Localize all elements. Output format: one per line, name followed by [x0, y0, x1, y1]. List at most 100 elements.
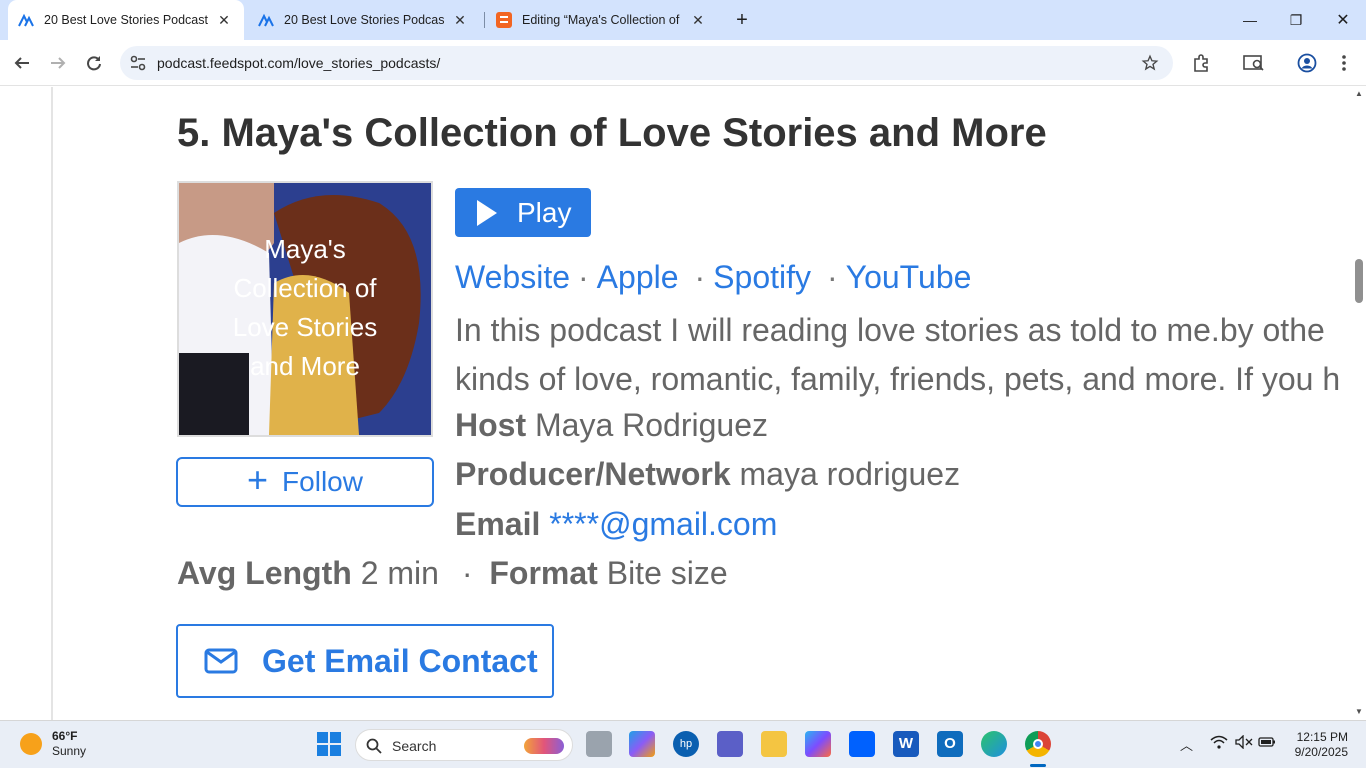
- back-icon[interactable]: [8, 49, 36, 77]
- close-tab-icon[interactable]: ✕: [214, 12, 234, 29]
- extensions-icon[interactable]: [1187, 49, 1215, 77]
- play-button[interactable]: Play: [455, 188, 591, 237]
- play-icon: [477, 199, 497, 226]
- get-email-contact-button[interactable]: Get Email Contact: [176, 624, 554, 698]
- chrome-icon[interactable]: [1025, 731, 1051, 757]
- weather-temp: 66°F: [52, 729, 78, 743]
- page-scrollbar[interactable]: ▲ ▼: [1352, 87, 1366, 720]
- cover-title-line: Collection of: [233, 273, 377, 303]
- email-contact-label: Get Email Contact: [262, 642, 538, 679]
- clock-date: 9/20/2025: [1294, 745, 1348, 759]
- url-text[interactable]: podcast.feedspot.com/love_stories_podcas…: [157, 55, 440, 71]
- word-icon[interactable]: W: [893, 731, 919, 757]
- wifi-icon[interactable]: [1210, 735, 1228, 752]
- dropbox-icon[interactable]: [849, 731, 875, 757]
- volume-muted-icon[interactable]: [1235, 734, 1253, 752]
- close-tab-icon[interactable]: ✕: [688, 12, 708, 29]
- system-clock[interactable]: 12:15 PM 9/20/2025: [1280, 730, 1348, 760]
- tab-separator: [484, 12, 485, 28]
- menu-icon[interactable]: [1330, 49, 1358, 77]
- search-highlight-icon: [524, 738, 564, 754]
- active-app-indicator: [1030, 764, 1046, 767]
- producer-row: Producer/Network maya rodriguez: [455, 456, 960, 493]
- restore-icon[interactable]: ❐: [1273, 0, 1319, 40]
- cover-title-line: Love Stories: [233, 312, 378, 342]
- description-line: kinds of love, romantic, family, friends…: [455, 361, 1341, 397]
- edge-icon[interactable]: [981, 731, 1007, 757]
- bookmark-star-icon[interactable]: [1141, 54, 1159, 77]
- forward-icon[interactable]: [44, 49, 72, 77]
- battery-icon[interactable]: [1258, 735, 1276, 752]
- copilot-icon[interactable]: [629, 731, 655, 757]
- site-settings-icon[interactable]: [129, 54, 147, 77]
- podcast-description: In this podcast I will reading love stor…: [455, 306, 1352, 404]
- email-label: Email: [455, 506, 541, 542]
- podcast-heading[interactable]: 5. Maya's Collection of Love Stories and…: [177, 111, 1047, 156]
- m365-icon[interactable]: [805, 731, 831, 757]
- scrollbar-thumb[interactable]: [1355, 259, 1363, 303]
- minimize-icon[interactable]: —: [1227, 0, 1273, 40]
- tab-strip: 20 Best Love Stories Podcasts Y ✕ 20 Bes…: [0, 0, 1366, 40]
- blogger-icon: [496, 12, 512, 28]
- page-content: 5. Maya's Collection of Love Stories and…: [0, 87, 1352, 720]
- start-icon[interactable]: [316, 731, 342, 757]
- tab-title: Editing “Maya's Collection of lo: [522, 13, 682, 27]
- cover-title-line: and More: [250, 351, 360, 381]
- host-row: Host Maya Rodriguez: [455, 407, 768, 444]
- description-line: In this podcast I will reading love stor…: [455, 312, 1325, 348]
- separator-dot: ·: [694, 259, 706, 295]
- avg-length-label: Avg Length: [177, 555, 352, 591]
- host-label: Host: [455, 407, 527, 443]
- follow-button[interactable]: + Follow: [176, 457, 434, 507]
- close-tab-icon[interactable]: ✕: [450, 12, 470, 29]
- teams-icon[interactable]: [717, 731, 743, 757]
- outlook-icon[interactable]: O: [937, 731, 963, 757]
- tab-3[interactable]: Editing “Maya's Collection of lo ✕: [486, 0, 718, 40]
- browser-toolbar: podcast.feedspot.com/love_stories_podcas…: [0, 40, 1366, 86]
- envelope-icon: [204, 648, 238, 674]
- weather-widget[interactable]: 66°F Sunny: [20, 729, 86, 759]
- spotify-link[interactable]: Spotify: [713, 259, 811, 295]
- host-value: Maya Rodriguez: [535, 407, 768, 443]
- task-view-icon[interactable]: [586, 731, 612, 757]
- close-window-icon[interactable]: ✕: [1320, 0, 1366, 40]
- podcast-links: Website · Apple · Spotify · YouTube: [455, 259, 971, 296]
- tab-1[interactable]: 20 Best Love Stories Podcasts Y ✕: [8, 0, 244, 40]
- tab-2[interactable]: 20 Best Love Stories Podcasts Y ✕: [248, 0, 480, 40]
- producer-label: Producer/Network: [455, 456, 731, 492]
- search-label: Search: [392, 738, 437, 754]
- length-format-row: Avg Length 2 min · Format Bite size: [177, 555, 728, 592]
- tab-title: 20 Best Love Stories Podcasts Y: [44, 13, 208, 27]
- apple-link[interactable]: Apple: [597, 259, 679, 295]
- play-label: Play: [517, 196, 572, 228]
- feedspot-icon: [258, 12, 274, 28]
- new-tab-icon[interactable]: +: [730, 8, 754, 32]
- format-value: Bite size: [606, 555, 728, 591]
- scroll-up-icon[interactable]: ▲: [1355, 89, 1363, 98]
- weather-condition: Sunny: [52, 744, 87, 758]
- search-icon: [366, 738, 382, 754]
- website-link[interactable]: Website: [455, 259, 570, 295]
- tab-search-icon[interactable]: [1240, 49, 1268, 77]
- hp-icon[interactable]: hp: [673, 731, 699, 757]
- sunny-icon: [20, 733, 42, 755]
- avg-length-value: 2 min: [360, 555, 439, 591]
- reload-icon[interactable]: [80, 49, 108, 77]
- file-explorer-icon[interactable]: [761, 731, 787, 757]
- podcast-cover[interactable]: Maya's Collection of Love Stories and Mo…: [177, 181, 433, 437]
- youtube-link[interactable]: YouTube: [846, 259, 972, 295]
- taskbar: 66°F Sunny Search hp W O ︿ 12:15 PM 9/20…: [0, 720, 1366, 768]
- separator-dot: ·: [461, 555, 473, 591]
- profile-icon[interactable]: [1293, 49, 1321, 77]
- taskbar-search[interactable]: Search: [355, 729, 573, 761]
- scroll-down-icon[interactable]: ▼: [1355, 707, 1363, 716]
- feedspot-icon: [18, 12, 34, 28]
- show-hidden-icons[interactable]: ︿: [1180, 735, 1193, 754]
- separator-dot: ·: [578, 259, 589, 295]
- address-bar[interactable]: podcast.feedspot.com/love_stories_podcas…: [120, 46, 1173, 80]
- clock-time: 12:15 PM: [1296, 730, 1348, 744]
- plus-icon: +: [247, 459, 269, 500]
- email-row: Email ****@gmail.com: [455, 506, 777, 543]
- separator-dot: ·: [827, 259, 838, 295]
- email-link[interactable]: ****@gmail.com: [549, 506, 777, 542]
